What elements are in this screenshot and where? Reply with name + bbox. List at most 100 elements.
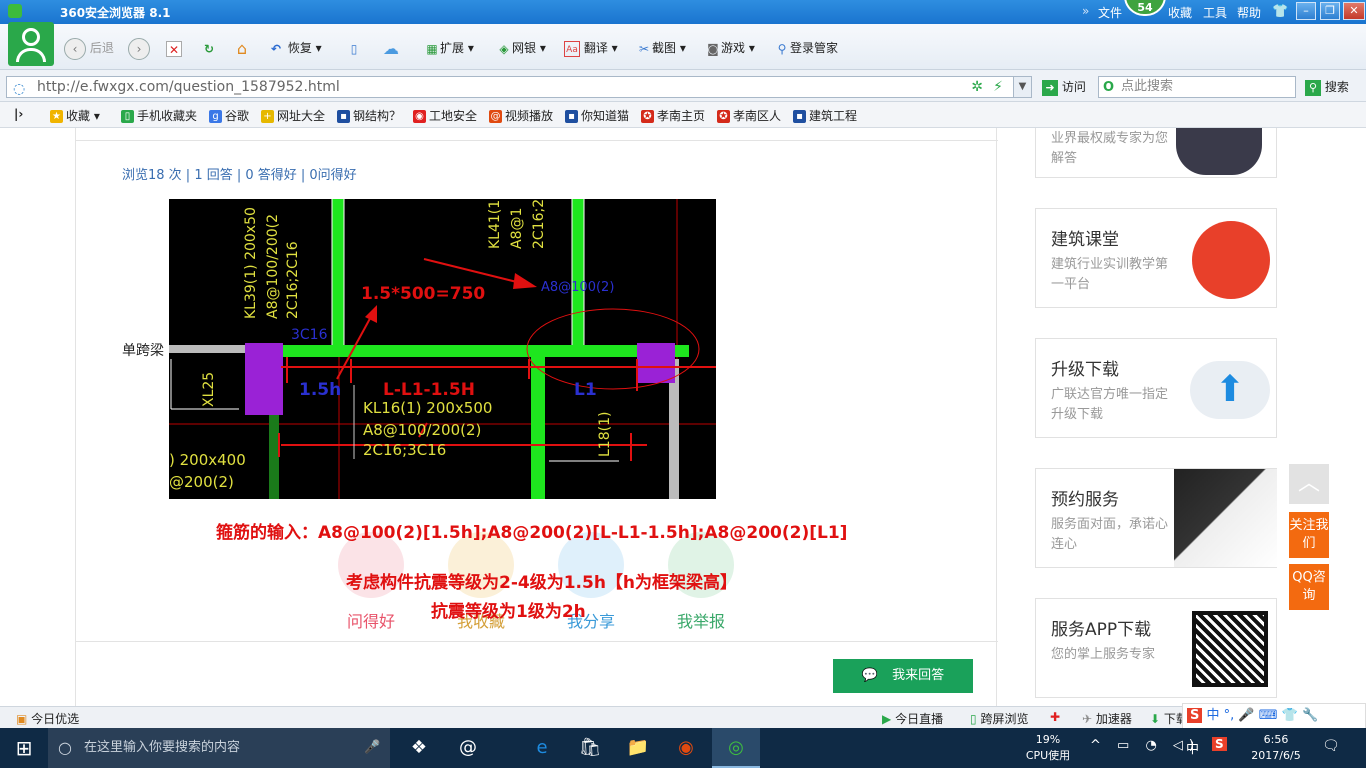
- microphone-icon[interactable]: 🎤: [364, 728, 380, 768]
- 360-browser-task-icon[interactable]: ◎: [712, 728, 760, 768]
- scissors-icon: ✂: [638, 41, 650, 56]
- menu-favorites[interactable]: 收藏: [1168, 4, 1192, 21]
- speed-icon[interactable]: ✲: [971, 77, 983, 97]
- bookmark-item[interactable]: ▪ 建筑工程: [793, 107, 857, 124]
- follow-us-button[interactable]: 关注我们: [1289, 512, 1329, 558]
- app-download-card[interactable]: 服务APP下载 您的掌上服务专家: [1035, 598, 1277, 698]
- url-input[interactable]: ◌ http://e.fwxgx.com/question_1587952.ht…: [6, 76, 1032, 98]
- search-user-icon: ⚲: [777, 41, 787, 56]
- cad-label: 3C16: [291, 327, 328, 343]
- screenshot-button[interactable]: ✂ 截图 ▾: [636, 36, 686, 60]
- bookmark-item[interactable]: ◉ 工地安全: [413, 107, 477, 124]
- expert-card[interactable]: 业界最权威专家为您解答: [1035, 128, 1277, 178]
- translate-button[interactable]: Aa 翻译 ▾: [564, 36, 618, 60]
- search-input[interactable]: O 点此搜索: [1098, 76, 1296, 98]
- booking-card[interactable]: 预约服务 服务面对面，承诺心连心: [1035, 468, 1277, 568]
- app-icon[interactable]: ◉: [662, 728, 710, 768]
- cad-label: 2C16;3C16: [363, 441, 446, 459]
- bookmark-item[interactable]: ★ 收藏 ▾: [50, 107, 100, 124]
- medical-icon[interactable]: ✚: [1050, 710, 1060, 724]
- forward-arrow-icon: ›: [128, 37, 150, 60]
- ime-indicator[interactable]: 中: [1186, 738, 1199, 757]
- stirrup-note: 箍筋的输入：A8@100(2)[1.5h];A8@200(2)[L-L1-1.5…: [216, 523, 848, 543]
- cad-label: A8@100/200(2: [265, 214, 281, 319]
- swirl-icon: @: [489, 110, 502, 123]
- today-picks[interactable]: ▣ 今日优选: [16, 710, 79, 727]
- tray-icons[interactable]: ^ ▭ ◔ ◁): [1090, 738, 1200, 753]
- play-icon: ▶: [882, 712, 892, 726]
- login-manager-button[interactable]: ⚲ 登录管家: [774, 36, 838, 60]
- menu-tools[interactable]: 工具: [1203, 4, 1227, 21]
- course-card[interactable]: 建筑课堂 建筑行业实训教学第一平台: [1035, 208, 1277, 308]
- windows-start-icon[interactable]: ⊞: [0, 728, 48, 768]
- star-icon: ★: [50, 110, 63, 123]
- minimize-button[interactable]: –: [1296, 2, 1316, 20]
- cloud-button[interactable]: ☁: [378, 36, 404, 60]
- bookmark-item[interactable]: @ 视频播放: [489, 107, 553, 124]
- search-circle-icon: ○: [58, 738, 72, 757]
- back-button[interactable]: ‹ 后退: [64, 36, 114, 60]
- bookmark-item[interactable]: ▪ 钢结构？: [337, 107, 401, 124]
- maximize-button[interactable]: ❐: [1320, 2, 1340, 20]
- back-to-top-button[interactable]: ︿: [1289, 464, 1329, 504]
- seismic-note: 考虑构件抗震等级为2-4级为1.5h【h为框架梁高】: [346, 573, 738, 593]
- store-icon[interactable]: 🛍: [566, 728, 614, 768]
- cad-label: A8@100/200(2): [363, 421, 481, 439]
- clock[interactable]: 6:56 2017/6/5: [1246, 732, 1306, 764]
- bank-button[interactable]: ◈ 网银 ▾: [496, 36, 545, 60]
- today-live[interactable]: ▶ 今日直播: [882, 710, 943, 727]
- task-view-icon[interactable]: ❖: [395, 728, 443, 768]
- stop-button[interactable]: ✕: [166, 36, 182, 60]
- dropdown-arrow-icon[interactable]: ▼: [1013, 77, 1031, 97]
- gift-icon: ▣: [16, 712, 28, 726]
- bookmark-item[interactable]: + 网址大全: [261, 107, 325, 124]
- grid-icon: ▦: [426, 41, 438, 56]
- restore-button[interactable]: ↶ 恢复 ▾: [268, 36, 322, 60]
- sogou-tray-icon[interactable]: S: [1212, 737, 1227, 751]
- cross-screen[interactable]: ▯ 跨屏浏览: [970, 710, 1028, 727]
- lightning-icon[interactable]: ⚡: [993, 77, 1003, 97]
- accelerator[interactable]: ✈ 加速器: [1082, 710, 1132, 727]
- cad-drawing-image[interactable]: KL39(1) 200x50 A8@100/200(2 2C16;2C16 KL…: [169, 199, 716, 499]
- extend-button[interactable]: ▦ 扩展 ▾: [424, 36, 474, 60]
- home-button[interactable]: ⌂: [234, 36, 250, 60]
- phone-icon: ▯: [121, 110, 134, 123]
- phone-button[interactable]: ▯: [346, 36, 362, 60]
- sidebar-toggle-icon[interactable]: |›: [14, 107, 23, 121]
- bookmark-item[interactable]: ▪ 你知道猫: [565, 107, 629, 124]
- arrow-right-icon: ➜: [1042, 79, 1058, 96]
- search-button[interactable]: ⚲ 搜索: [1305, 76, 1349, 98]
- folder-icon[interactable]: 📁: [614, 728, 662, 768]
- cad-label: XL25: [201, 372, 217, 407]
- user-avatar-icon[interactable]: [8, 22, 54, 66]
- taskbar: ⊞ ○ 在这里输入你要搜索的内容 🎤 ❖ @ e 🛍 📁 ◉ ◎ 19% CPU使…: [0, 728, 1366, 768]
- cad-label: ) 200x400: [169, 451, 246, 469]
- sogou-icon: S: [1187, 708, 1203, 723]
- question-panel: 浏览18 次 | 1 回答 | 0 答得好 | 0问得好 单跨梁 KL39(1)…: [75, 128, 998, 706]
- games-button[interactable]: ◙ 游戏 ▾: [705, 36, 755, 60]
- bookmark-item[interactable]: ✪ 孝南区人: [717, 107, 781, 124]
- answer-button[interactable]: 💬 我来回答: [833, 659, 973, 693]
- upgrade-card[interactable]: 升级下载 广联达官方唯一指定升级下载 ⬆: [1035, 338, 1277, 438]
- shirt-icon[interactable]: 👕: [1272, 4, 1288, 19]
- menu-file[interactable]: 文件: [1098, 4, 1122, 21]
- stop-icon: ✕: [166, 40, 182, 57]
- qq-consult-button[interactable]: QQ咨询: [1289, 564, 1329, 610]
- bookmark-item[interactable]: ✪ 孝南主页: [641, 107, 705, 124]
- phone-icon: ▯: [970, 712, 977, 726]
- refresh-button[interactable]: ↻: [201, 36, 217, 60]
- close-button[interactable]: ✕: [1343, 2, 1365, 20]
- notification-center-icon[interactable]: 🗨: [1322, 738, 1340, 754]
- cpu-usage[interactable]: 19% CPU使用: [1022, 732, 1074, 764]
- ime-toolbar[interactable]: S 中 °, 🎤 ⌨ 👕 🔧: [1182, 703, 1366, 729]
- app-swirl-icon[interactable]: @: [444, 728, 492, 768]
- address-bar: ◌ http://e.fwxgx.com/question_1587952.ht…: [0, 70, 1366, 102]
- bookmark-item[interactable]: ▯ 手机收藏夹: [121, 107, 197, 124]
- bookmark-item[interactable]: g 谷歌: [209, 107, 249, 124]
- menu-help[interactable]: 帮助: [1237, 4, 1261, 21]
- edge-browser-icon[interactable]: e: [518, 728, 566, 768]
- visit-button[interactable]: ➜ 访问: [1042, 76, 1086, 98]
- taskbar-search[interactable]: ○ 在这里输入你要搜索的内容 🎤: [48, 728, 390, 768]
- forward-button[interactable]: ›: [128, 36, 150, 60]
- double-chevron-icon[interactable]: »: [1082, 4, 1089, 18]
